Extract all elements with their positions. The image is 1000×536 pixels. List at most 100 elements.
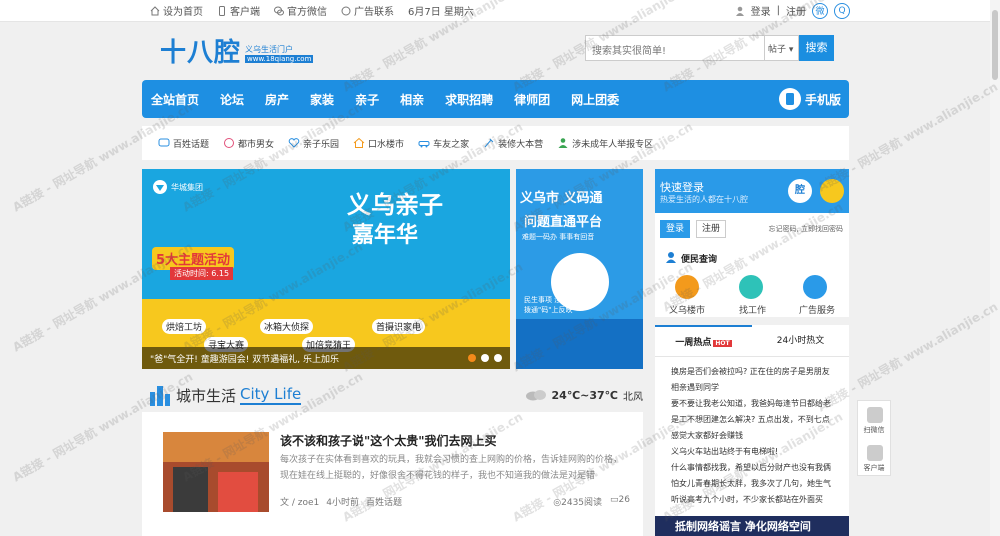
list-item[interactable]: 什么事情都找我，希望以后分财产也没有我俩	[671, 460, 849, 476]
search-button[interactable]: 搜索	[799, 35, 834, 61]
house-market-icon[interactable]	[675, 275, 699, 299]
article-title[interactable]: 该不该和孩子说"这个太贵"我们去网上买	[280, 432, 497, 449]
quick-login-subtitle: 热爱生活的人都在十八腔	[660, 195, 748, 204]
chat-icon	[158, 138, 170, 147]
search-type-select[interactable]: 帖子 ▾	[765, 35, 799, 61]
client-link[interactable]: 客户端	[217, 3, 260, 18]
float-wechat[interactable]: 扫微信	[858, 401, 890, 439]
nav-item-dating[interactable]: 相亲	[400, 91, 424, 108]
forgot-password-link[interactable]: 忘记密码, 立即找回密码	[769, 224, 843, 234]
views-count: ◎2435阅读	[553, 495, 602, 508]
job-icon[interactable]	[739, 275, 763, 299]
nav-item-home[interactable]: 全站首页	[151, 91, 199, 108]
side-banner[interactable]: 义乌市 义码通 问题直通平台 难题一码办 事事有回音 民生事项 涉企诉求 拨通"…	[516, 169, 643, 369]
thumb-toys	[218, 472, 258, 512]
list-item[interactable]: 换房是否们会被拉吗? 正在住的房子是男朋友	[671, 364, 849, 380]
replies-count: ▭26	[610, 495, 630, 508]
service-label-house[interactable]: 义乌楼市	[669, 303, 705, 316]
banner-dot[interactable]	[468, 354, 476, 362]
article-thumbnail[interactable]	[163, 432, 269, 512]
house-icon	[353, 137, 365, 148]
article-source[interactable]: 百姓话题	[366, 495, 402, 508]
list-item[interactable]: 感觉大家都好会赚钱	[671, 428, 849, 444]
couple-icon	[224, 138, 235, 148]
login-button[interactable]: 登录	[660, 220, 690, 238]
banner-tag: 冰箱大侦探	[260, 319, 314, 334]
article-author[interactable]: 文 / zoe1	[280, 495, 319, 508]
logo-sub: 义乌生活门户 www.18qiang.com	[245, 44, 314, 63]
floating-toolbar: 扫微信 客户端	[857, 400, 891, 476]
subnav-item-topics[interactable]: 百姓话题	[158, 137, 209, 150]
client-qr-icon	[867, 445, 883, 461]
side-banner-note2: 拨通"码"上反映	[524, 306, 573, 314]
section-title-en: City Life	[240, 385, 302, 405]
section-title-cn: 城市生活	[176, 386, 237, 405]
phone-icon	[219, 5, 225, 16]
subnav-item-report[interactable]: 涉未成年人举报专区	[557, 137, 653, 150]
float-client-label: 客户端	[863, 464, 885, 472]
register-link[interactable]: 注册	[786, 3, 806, 18]
page-scrollbar[interactable]	[990, 0, 1000, 536]
nav-item-league[interactable]: 网上团委	[571, 91, 619, 108]
main-banner[interactable]: 华城集团 义乌亲子 嘉年华 5大主题活动 活动时间: 6.15 烘焙工坊 冰箱大…	[142, 169, 510, 369]
tab-24h-hot[interactable]: 24小时热文	[752, 325, 849, 356]
subnav-item-cars[interactable]: 车友之家	[418, 137, 469, 150]
subnav-item-kids[interactable]: 亲子乐园	[288, 137, 339, 150]
login-actions: 登录 注册 忘记密码, 立即找回密码	[655, 213, 849, 245]
list-item[interactable]: 听说高考九个小时，不少家长都站在外面买	[671, 492, 849, 508]
banner-tag: 烘焙工坊	[162, 319, 207, 334]
list-item[interactable]: 是工不想团建怎么解决? 五点出发，不到七点	[671, 412, 849, 428]
side-banner-subtitle: 问题直通平台	[524, 215, 603, 230]
subnav-item-house-market[interactable]: 口水楼市	[353, 137, 404, 150]
ad-service-icon[interactable]	[803, 275, 827, 299]
comment-icon: ▭	[610, 495, 619, 505]
mobile-version-label: 手机版	[804, 92, 841, 107]
weibo-icon[interactable]: 微	[812, 2, 828, 19]
ad-contact-link[interactable]: 广告联系	[341, 3, 394, 18]
user-search-icon	[666, 252, 676, 263]
person-icon	[558, 138, 568, 148]
list-item[interactable]: 怕女儿青春期长太胖，我多次了几句，她生气	[671, 476, 849, 492]
replies-count-value: 26	[618, 495, 630, 505]
tab-weekly-hot[interactable]: 一周热点 HOT	[655, 325, 752, 356]
article-summary: 每次孩子在实体看到喜欢的玩具，我就会习惯的查上网购的价格，告诉娃网购的价格，现在…	[280, 455, 623, 481]
nav-item-forum[interactable]: 论坛	[220, 91, 244, 108]
header: 十八腔 义乌生活门户 www.18qiang.com 搜索其实很简单! 帖子 ▾…	[0, 22, 1000, 80]
eye-icon: ◎	[553, 498, 562, 508]
login-link[interactable]: 登录	[751, 3, 771, 18]
set-home-link[interactable]: 设为首页	[150, 3, 203, 18]
nav-item-family[interactable]: 亲子	[355, 91, 379, 108]
nav-item-lawyers[interactable]: 律师团	[514, 91, 550, 108]
brush-icon	[484, 138, 494, 148]
subnav-item-decoration[interactable]: 装修大本营	[483, 137, 543, 150]
banner-dot[interactable]	[494, 354, 502, 362]
nav-item-decor[interactable]: 家装	[310, 91, 334, 108]
mobile-version-link[interactable]: 手机版	[778, 88, 841, 110]
site-logo[interactable]: 十八腔 义乌生活门户 www.18qiang.com	[160, 32, 314, 69]
nav-item-house[interactable]: 房产	[265, 91, 289, 108]
section-header: 城市生活 City Life 24℃~37℃ 北风	[142, 380, 643, 410]
site-avatar-icon[interactable]: 腔	[788, 179, 812, 203]
float-client[interactable]: 客户端	[858, 439, 890, 477]
wechat-link[interactable]: 官方微信	[274, 3, 327, 18]
list-item[interactable]: 相亲遇到同学	[671, 380, 849, 396]
thumb-child	[173, 467, 208, 512]
service-label-jobs[interactable]: 找工作	[739, 303, 766, 316]
list-item[interactable]: 要不要让我老公知道，我爸妈每逢节日都给老	[671, 396, 849, 412]
banner-dot[interactable]	[481, 354, 489, 362]
main-nav: 全站首页 论坛 房产 家装 亲子 相亲 求职招聘 律师团 网上团委 手机版	[142, 80, 849, 118]
banner-dots	[468, 354, 502, 362]
cloud-icon	[525, 390, 546, 401]
register-button[interactable]: 注册	[696, 220, 726, 238]
list-item[interactable]: 义乌火车站出站终于有电梯啦!	[671, 444, 849, 460]
article-card[interactable]: 该不该和孩子说"这个太贵"我们去网上买 每次孩子在实体看到喜欢的玩具，我就会习惯…	[142, 412, 643, 536]
qq-login-icon[interactable]	[820, 179, 844, 203]
subnav-item-urban[interactable]: 都市男女	[223, 137, 274, 150]
qq-icon[interactable]: Q	[834, 2, 850, 19]
scrollbar-thumb[interactable]	[992, 10, 998, 80]
nav-item-jobs[interactable]: 求职招聘	[445, 91, 493, 108]
anti-rumor-banner[interactable]: 抵制网络谣言 净化网络空间	[655, 516, 849, 536]
city-skyline	[516, 319, 643, 369]
service-label-ads[interactable]: 广告服务	[799, 303, 835, 316]
search-input[interactable]: 搜索其实很简单!	[585, 35, 765, 61]
